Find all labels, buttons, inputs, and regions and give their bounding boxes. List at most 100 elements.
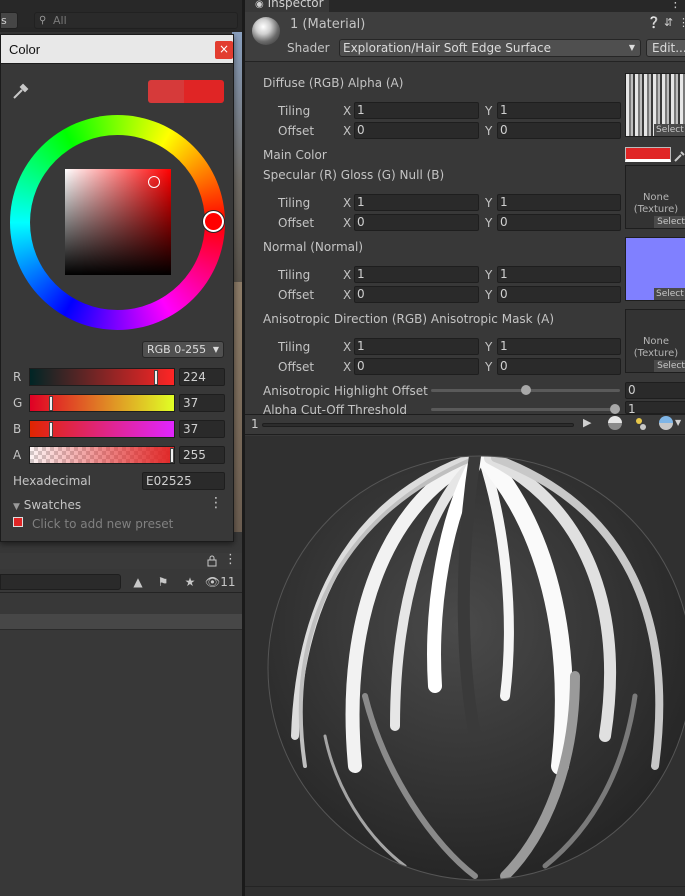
blue-slider-handle[interactable] — [49, 422, 53, 437]
hair-sphere-preview — [267, 455, 685, 881]
diffuse-offset-x[interactable]: 0 — [354, 122, 479, 139]
preview-timeline[interactable] — [262, 423, 574, 427]
normal-tiling-y-label: Y — [485, 268, 493, 282]
specular-tiling-x[interactable]: 1 — [354, 194, 479, 211]
saturation-value-handle[interactable] — [148, 176, 160, 188]
highlight-offset-field[interactable]: 0 — [625, 382, 685, 399]
specular-select-button[interactable]: Select — [654, 216, 685, 228]
alpha-cutoff-field[interactable]: 1 — [625, 401, 685, 414]
normal-offset-y[interactable]: 0 — [497, 286, 621, 303]
specular-tiling-y[interactable]: 1 — [497, 194, 621, 211]
color-mode-select[interactable]: RGB 0-255 ▼ — [142, 341, 224, 358]
anisotropic-tiling-y[interactable]: 1 — [497, 338, 621, 355]
normal-tiling-x-label: X — [343, 268, 352, 282]
normal-select-button[interactable]: Select — [654, 288, 685, 300]
specular-offset-y[interactable]: 0 — [497, 214, 621, 231]
red-slider-handle[interactable] — [154, 370, 158, 385]
edit-shader-button[interactable]: Edit... — [646, 39, 685, 57]
red-slider[interactable] — [29, 368, 175, 386]
specular-offset-x[interactable]: 0 — [354, 214, 479, 231]
alpha-slider[interactable] — [29, 446, 175, 464]
hue-handle[interactable] — [203, 211, 224, 232]
eyedropper-icon[interactable] — [11, 81, 31, 101]
tab-inspector-label: ◉ Inspector — [255, 0, 324, 10]
highlight-offset-label: Anisotropic Highlight Offset — [263, 384, 428, 398]
channel-label-r: R — [13, 370, 22, 384]
background-toggle-icon[interactable] — [659, 416, 673, 430]
diffuse-offset-y[interactable]: 0 — [497, 122, 621, 139]
project-breadcrumb-bar — [0, 614, 242, 630]
normal-offset-x[interactable]: 0 — [354, 286, 479, 303]
anisotropic-tiling-x-label: X — [343, 340, 352, 354]
specular-offset-label: Offset — [278, 216, 315, 230]
project-menu-icon[interactable]: ⋮ — [224, 553, 237, 567]
hidden-packages-toggle[interactable]: 👁11 — [205, 574, 240, 590]
diffuse-texture-slot[interactable]: Select — [625, 73, 685, 137]
green-slider[interactable] — [29, 394, 175, 412]
alpha-cutoff-label: Alpha Cut-Off Threshold — [263, 403, 407, 414]
component-menu-icon[interactable]: ⋮ — [678, 16, 685, 29]
swatches-menu-icon[interactable]: ⋮ — [209, 495, 223, 511]
hex-label: Hexadecimal — [13, 474, 91, 488]
close-button[interactable]: × — [215, 41, 233, 59]
anisotropic-offset-x[interactable]: 0 — [354, 358, 479, 375]
search-by-label-icon[interactable]: ⚑ — [153, 574, 173, 590]
color-picker-window: Color × RGB 0-255 ▼ R 224 G 37 B 37 A 25… — [0, 34, 234, 542]
alpha-value-field[interactable]: 255 — [179, 446, 225, 464]
lock-icon[interactable] — [206, 555, 218, 567]
inspector-menu-icon[interactable]: ⋮ — [669, 0, 682, 11]
red-value-field[interactable]: 224 — [179, 368, 225, 386]
blue-value-field[interactable]: 37 — [179, 420, 225, 438]
shader-dropdown[interactable]: Exploration/Hair Soft Edge Surface ▼ — [339, 39, 641, 57]
alpha-cutoff-slider[interactable] — [431, 408, 620, 411]
favorites-star-icon[interactable]: ★ — [180, 574, 200, 590]
anisotropic-offset-y-label: Y — [485, 360, 493, 374]
material-name: 1 (Material) — [290, 17, 366, 32]
anisotropic-select-button[interactable]: Select — [654, 360, 685, 372]
search-by-type-icon[interactable]: ▲ — [128, 574, 148, 590]
preview-footer — [245, 886, 685, 896]
normal-texture-slot[interactable]: Select — [625, 237, 685, 301]
presets-icon[interactable]: ⇵ — [664, 16, 673, 29]
chevron-down-icon: ▼ — [628, 43, 635, 52]
diffuse-select-button[interactable]: Select — [654, 124, 685, 136]
channel-label-b: B — [13, 422, 22, 436]
diffuse-offset-x-label: X — [343, 124, 352, 138]
preset-swatch-add[interactable] — [13, 517, 23, 527]
anisotropic-offset-y[interactable]: 0 — [497, 358, 621, 375]
search-icon: ⚲ — [39, 15, 47, 26]
play-icon[interactable]: ▶ — [583, 416, 597, 432]
light-toggle-icon[interactable] — [633, 416, 649, 432]
search-placeholder: All — [53, 14, 67, 27]
highlight-offset-handle[interactable] — [521, 385, 531, 395]
alpha-slider-handle[interactable] — [170, 448, 174, 463]
hex-input[interactable]: E02525 — [142, 472, 225, 490]
swatches-foldout[interactable]: ▼ Swatches — [13, 498, 81, 512]
normal-tiling-x[interactable]: 1 — [354, 266, 479, 283]
main-color-field[interactable] — [625, 147, 671, 162]
project-search-input[interactable] — [0, 574, 121, 590]
previous-color-preview[interactable] — [148, 80, 184, 103]
green-slider-handle[interactable] — [49, 396, 53, 411]
anisotropic-offset-x-label: X — [343, 360, 352, 374]
anisotropic-texture-slot[interactable]: None (Texture) Select — [625, 309, 685, 373]
eyedropper-icon[interactable] — [674, 147, 685, 162]
diffuse-tiling-y-label: Y — [485, 104, 493, 118]
specular-tiling-label: Tiling — [278, 196, 311, 210]
hierarchy-create-dropdown[interactable]: s — [0, 12, 18, 29]
normal-tiling-y[interactable]: 1 — [497, 266, 621, 283]
specular-texture-slot[interactable]: None (Texture) Select — [625, 165, 685, 229]
alpha-cutoff-handle[interactable] — [610, 404, 620, 414]
blue-slider[interactable] — [29, 420, 175, 438]
anisotropic-tiling-x[interactable]: 1 — [354, 338, 479, 355]
diffuse-tiling-y[interactable]: 1 — [497, 102, 621, 119]
green-value-field[interactable]: 37 — [179, 394, 225, 412]
anisotropic-none-label: None (Texture) — [633, 336, 679, 359]
chevron-down-icon[interactable]: ▼ — [675, 418, 681, 427]
color-picker-title-bar[interactable]: Color — [1, 35, 233, 64]
diffuse-tiling-x[interactable]: 1 — [354, 102, 479, 119]
preview-mesh-sphere-icon[interactable] — [608, 416, 622, 430]
help-icon[interactable]: ❔ — [647, 16, 661, 29]
hierarchy-search-input[interactable]: ⚲ All — [34, 12, 238, 29]
material-preview[interactable] — [245, 436, 685, 896]
